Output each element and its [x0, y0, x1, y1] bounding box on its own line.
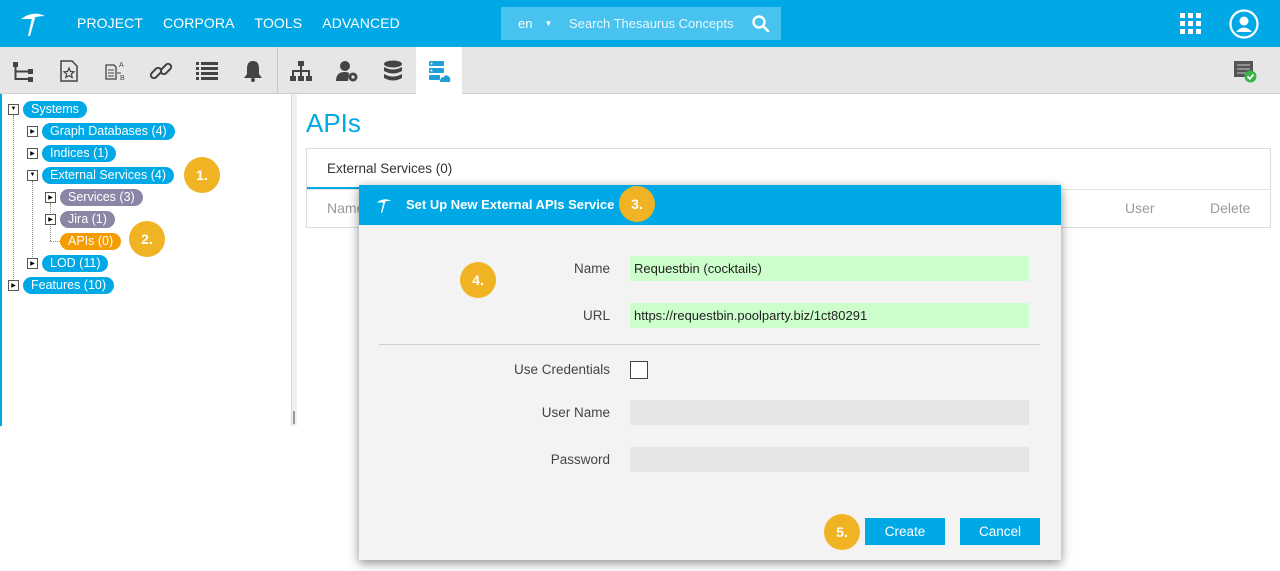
poolparty-logo-icon[interactable]	[18, 10, 48, 38]
tree-node-lod: ▶ LOD (11)	[27, 254, 109, 272]
svg-text:B: B	[120, 75, 125, 82]
tree-node-label[interactable]: Jira (1)	[60, 210, 115, 228]
expand-toggle-icon[interactable]: ▶	[27, 125, 38, 137]
cloud-server-icon	[429, 60, 451, 82]
username-label: User Name	[541, 405, 610, 420]
expand-toggle-icon[interactable]: ▶	[45, 213, 56, 225]
tree-node-jira: ▶ Jira (1)	[45, 210, 115, 228]
username-field[interactable]	[630, 400, 1029, 425]
tree-node-label[interactable]: Indices (1)	[42, 144, 117, 162]
tab-external-services[interactable]: External Services (0)	[307, 149, 473, 189]
user-settings-icon	[336, 60, 358, 81]
tree-node-label[interactable]: APIs (0)	[60, 232, 122, 250]
tree-node-indices: ▶ Indices (1)	[27, 144, 117, 162]
splitter-grip-icon[interactable]	[293, 411, 295, 424]
nav-tools[interactable]: TOOLS	[255, 15, 303, 31]
starred-document-icon	[60, 59, 78, 82]
main-nav: PROJECT CORPORA TOOLS ADVANCED	[77, 15, 400, 31]
password-field[interactable]	[630, 447, 1029, 472]
collapse-toggle-icon[interactable]: ▼	[8, 103, 19, 115]
tree-node-label[interactable]: LOD (11)	[42, 254, 109, 272]
database-icon	[384, 60, 402, 80]
user-settings-button[interactable]	[324, 47, 370, 94]
tree-line	[13, 115, 14, 285]
panel-splitter[interactable]	[291, 94, 297, 426]
toolbar: A B	[0, 47, 1280, 94]
org-chart-icon	[290, 60, 312, 81]
page-title: APIs	[306, 108, 361, 138]
tree-node-systems: ▼ Systems	[8, 100, 87, 118]
tree-line	[32, 181, 33, 263]
tree-node-label[interactable]: External Services (4)	[42, 166, 175, 184]
name-field[interactable]: Requestbin (cocktails)	[630, 256, 1029, 281]
step-badge: 3.	[619, 186, 655, 222]
caret-down-icon: ▼	[544, 19, 553, 28]
approval-list-button[interactable]	[1222, 47, 1268, 94]
links-button[interactable]	[138, 47, 184, 94]
tree-node-apis: APIs (0)	[60, 232, 122, 250]
list-icon	[196, 61, 218, 80]
expand-toggle-icon[interactable]: ▶	[45, 191, 56, 203]
name-label: Name	[573, 261, 610, 276]
checklist-icon	[1234, 60, 1257, 82]
divider	[379, 344, 1040, 345]
mapping-button[interactable]: A B	[92, 47, 138, 94]
search-box: en ▼ Search Thesaurus Concepts	[501, 7, 781, 40]
link-icon	[149, 62, 173, 79]
tree-node-features: ▶ Features (10)	[8, 276, 115, 294]
list-button[interactable]	[184, 47, 230, 94]
column-header-user[interactable]: User	[1125, 200, 1155, 216]
tree-node-label[interactable]: Graph Databases (4)	[42, 122, 175, 140]
ab-mapping-icon: A B	[105, 62, 125, 82]
search-icon[interactable]	[751, 14, 771, 34]
apps-grid-icon[interactable]	[1180, 13, 1201, 34]
cancel-button[interactable]: Cancel	[960, 518, 1040, 545]
structure-button[interactable]	[278, 47, 324, 94]
dialog-title: Set Up New External APIs Service	[406, 197, 615, 212]
hierarchy-icon	[13, 61, 33, 82]
step-badge: 1.	[184, 157, 220, 193]
use-credentials-checkbox[interactable]	[630, 361, 648, 379]
bell-icon	[244, 60, 262, 82]
expand-toggle-icon[interactable]: ▶	[27, 147, 38, 159]
new-external-api-dialog: Set Up New External APIs Service Name Re…	[359, 185, 1061, 560]
nav-advanced[interactable]: ADVANCED	[322, 15, 400, 31]
column-header-delete[interactable]: Delete	[1210, 200, 1250, 216]
dialog-header: Set Up New External APIs Service	[359, 185, 1061, 225]
url-label: URL	[582, 308, 610, 323]
password-label: Password	[550, 452, 610, 467]
step-badge: 4.	[460, 262, 496, 298]
tree-node-label[interactable]: Features (10)	[23, 276, 115, 294]
use-credentials-label: Use Credentials	[513, 362, 610, 377]
tree-node-graph-databases: ▶ Graph Databases (4)	[27, 122, 175, 140]
language-value: en	[518, 16, 533, 31]
expand-toggle-icon[interactable]: ▶	[8, 279, 19, 291]
url-field[interactable]: https://requestbin.poolparty.biz/1ct8029…	[630, 303, 1029, 328]
step-badge: 5.	[824, 514, 860, 550]
top-bar: PROJECT CORPORA TOOLS ADVANCED en ▼ Sear…	[0, 0, 1280, 47]
svg-text:A: A	[119, 62, 124, 69]
nav-project[interactable]: PROJECT	[77, 15, 143, 31]
step-badge: 2.	[129, 221, 165, 257]
create-button[interactable]: Create	[865, 518, 945, 545]
tree-node-label[interactable]: Services (3)	[60, 188, 143, 206]
expand-toggle-icon[interactable]: ▶	[27, 257, 38, 269]
nav-corpora[interactable]: CORPORA	[163, 15, 235, 31]
collapse-toggle-icon[interactable]: ▼	[27, 169, 38, 181]
tree-node-external-services: ▼ External Services (4)	[27, 166, 175, 184]
database-button[interactable]	[370, 47, 416, 94]
external-services-button[interactable]	[416, 47, 462, 94]
tree-node-label[interactable]: Systems	[23, 100, 87, 118]
favorites-button[interactable]	[46, 47, 92, 94]
search-input[interactable]: Search Thesaurus Concepts	[569, 16, 751, 31]
poolparty-logo-icon	[376, 199, 392, 213]
user-account-icon[interactable]	[1229, 9, 1259, 39]
tree-node-services: ▶ Services (3)	[45, 188, 143, 206]
tree-line	[50, 241, 60, 242]
notifications-button[interactable]	[230, 47, 276, 94]
hierarchy-button[interactable]	[0, 47, 46, 94]
language-select[interactable]: en ▼	[501, 7, 555, 40]
